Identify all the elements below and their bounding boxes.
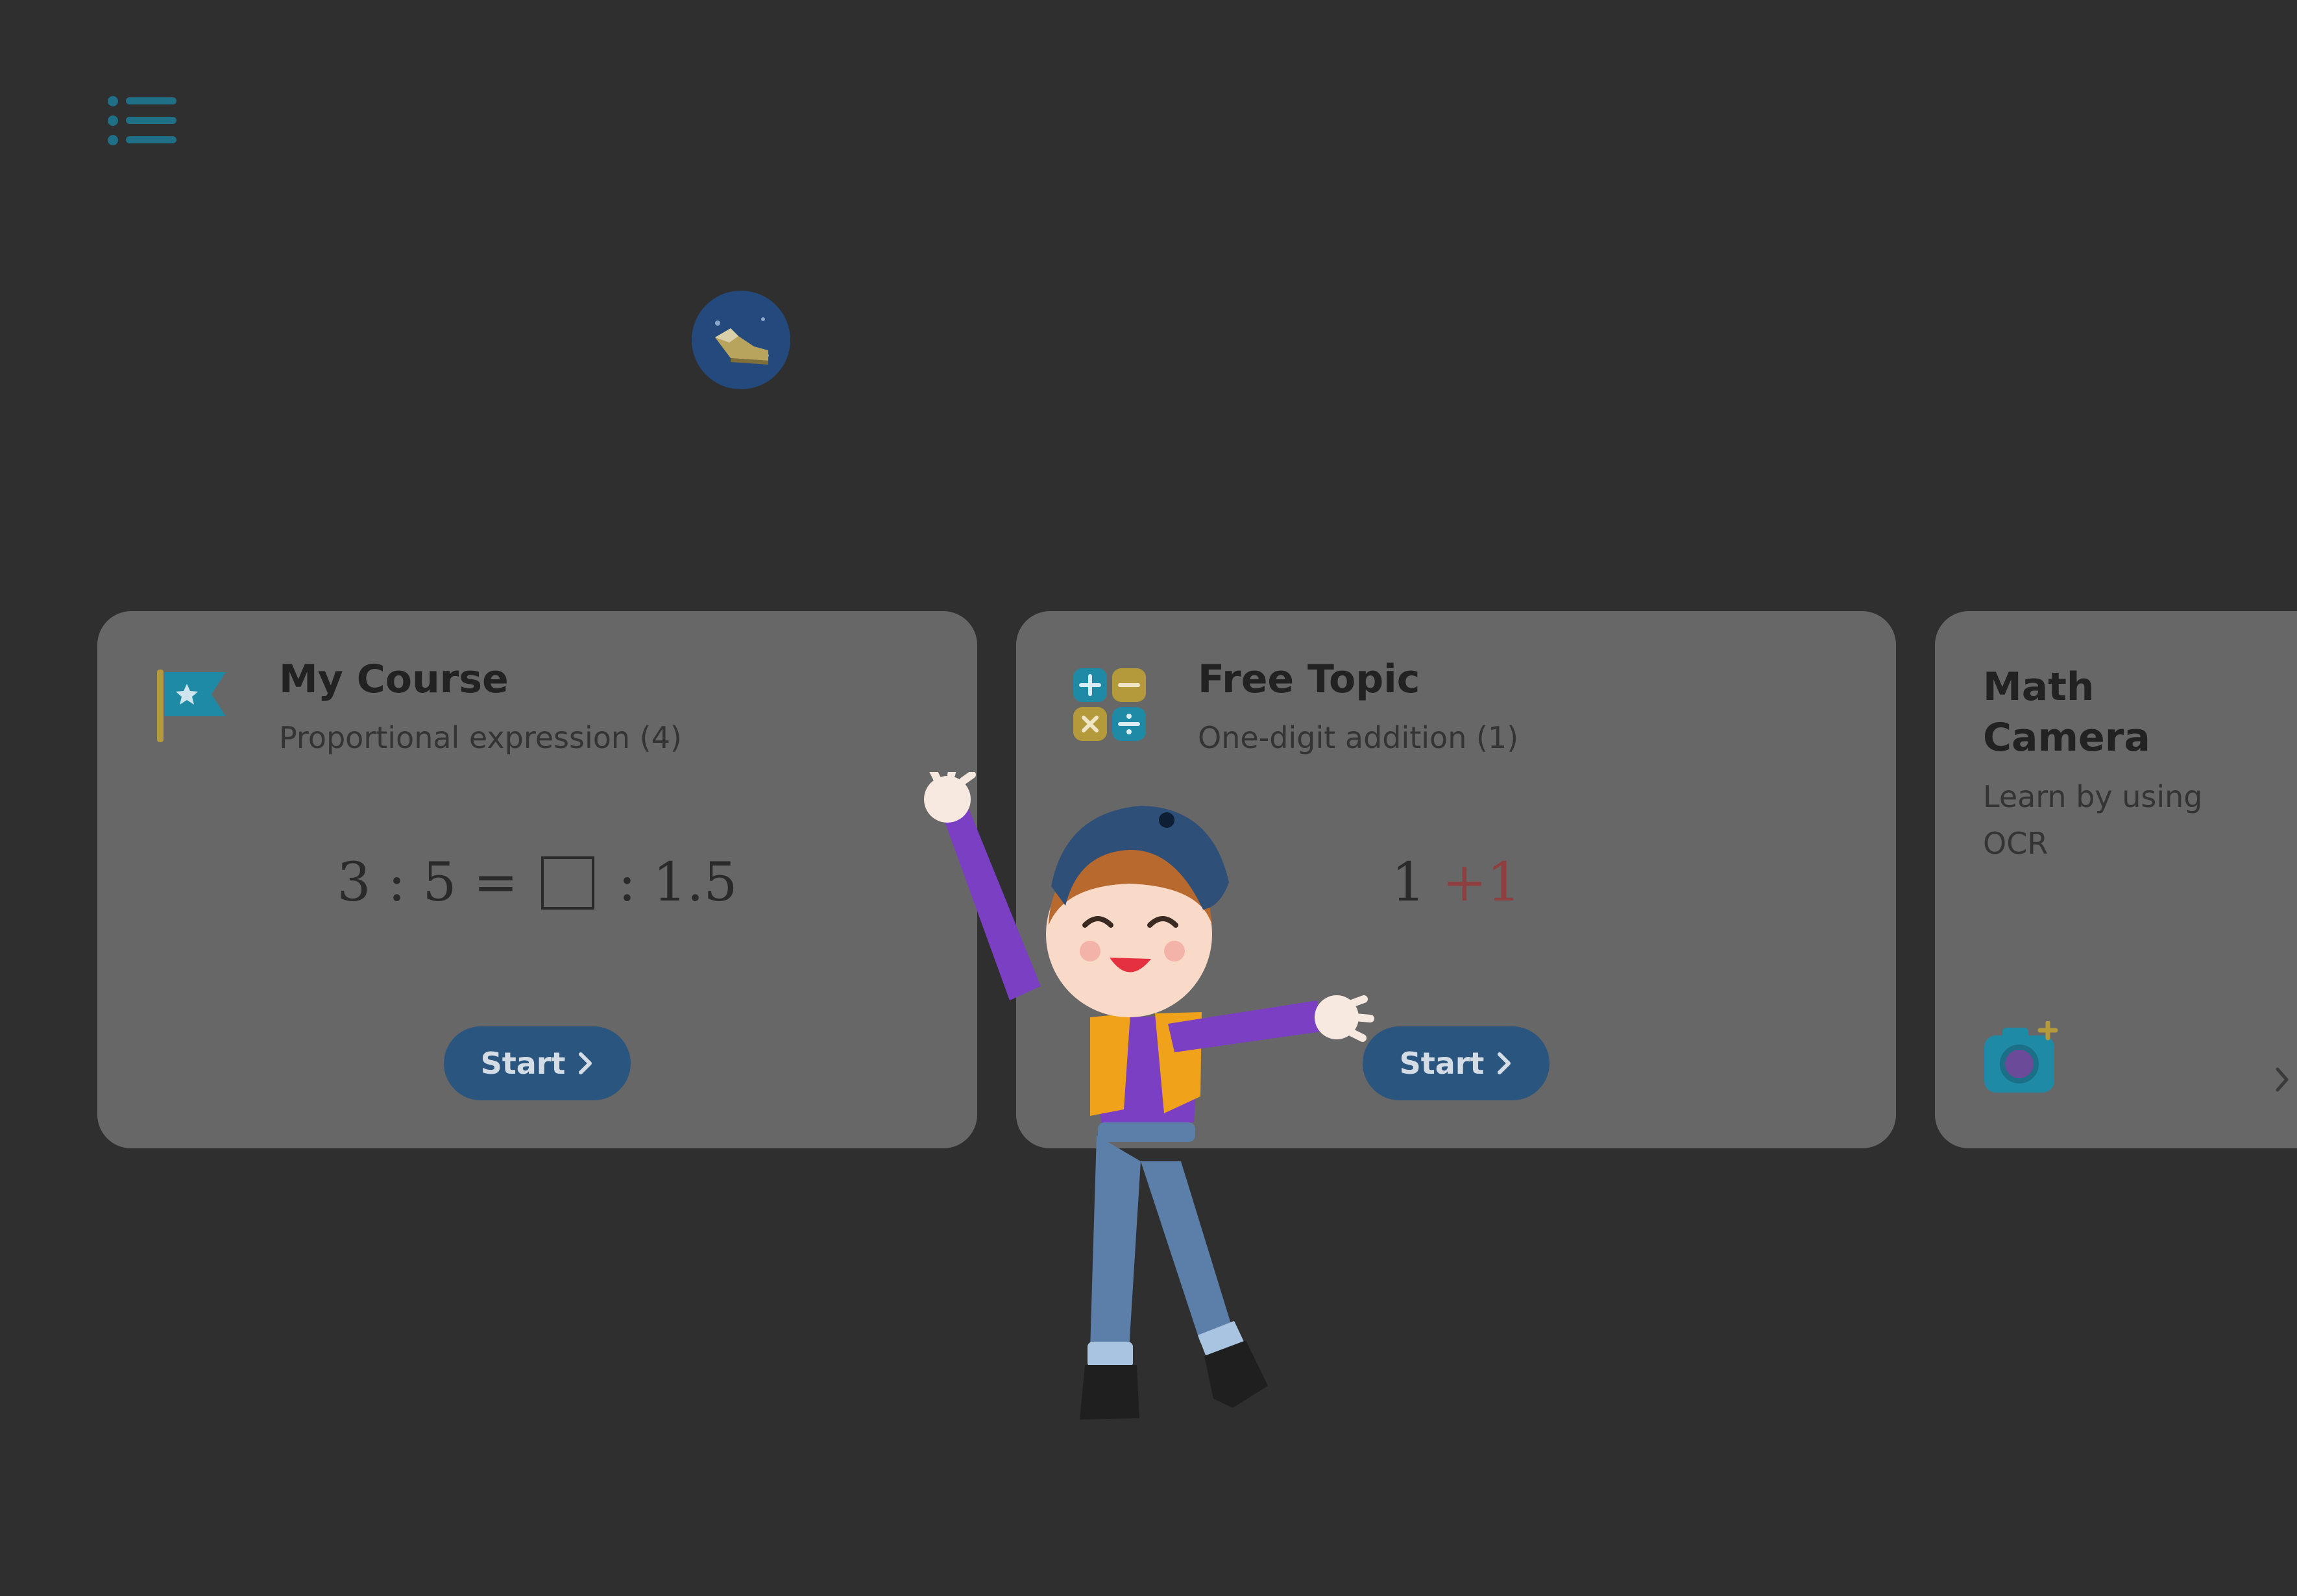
start-label: Start: [480, 1046, 566, 1081]
equals-sign: =: [473, 852, 518, 913]
math-camera-card[interactable]: Math Camera Learn by using OCR: [1935, 611, 2297, 1148]
flag-star-icon: [153, 667, 231, 745]
list-menu-icon: [108, 96, 176, 145]
card-title: Math Camera: [1983, 664, 2150, 760]
chevron-right-icon: [579, 1052, 592, 1074]
term: 5: [422, 852, 457, 913]
card-title: My Course: [279, 657, 509, 702]
ratio-sign: :: [618, 852, 637, 913]
shoe-achievement-icon: [692, 291, 790, 389]
plus-sign: +: [1442, 852, 1487, 913]
chevron-right-icon: [1498, 1052, 1511, 1074]
answer-blank: [541, 856, 595, 910]
ratio-sign: :: [387, 852, 406, 913]
card-subtitle: One-digit addition (1): [1198, 720, 1519, 755]
camera-plus-icon: [1983, 1021, 2061, 1099]
term: 1: [1487, 852, 1521, 913]
four-operations-icon: [1072, 667, 1147, 742]
card-subtitle: Learn by using OCR: [1983, 779, 2203, 861]
start-button[interactable]: Start: [444, 1026, 631, 1100]
achievement-badge[interactable]: [692, 291, 790, 389]
boy-mascot: [895, 772, 1415, 1447]
my-course-card[interactable]: My Course Proportional expression (4) 3 …: [97, 611, 977, 1148]
card-subtitle: Proportional expression (4): [279, 720, 682, 755]
term: 3: [337, 852, 371, 913]
card-title: Free Topic: [1198, 657, 1420, 702]
term: 1.5: [653, 852, 738, 913]
menu-button[interactable]: [104, 88, 182, 153]
problem-preview: 3 : 5 = : 1.5: [97, 856, 977, 910]
chevron-right-icon: [2276, 1067, 2289, 1092]
